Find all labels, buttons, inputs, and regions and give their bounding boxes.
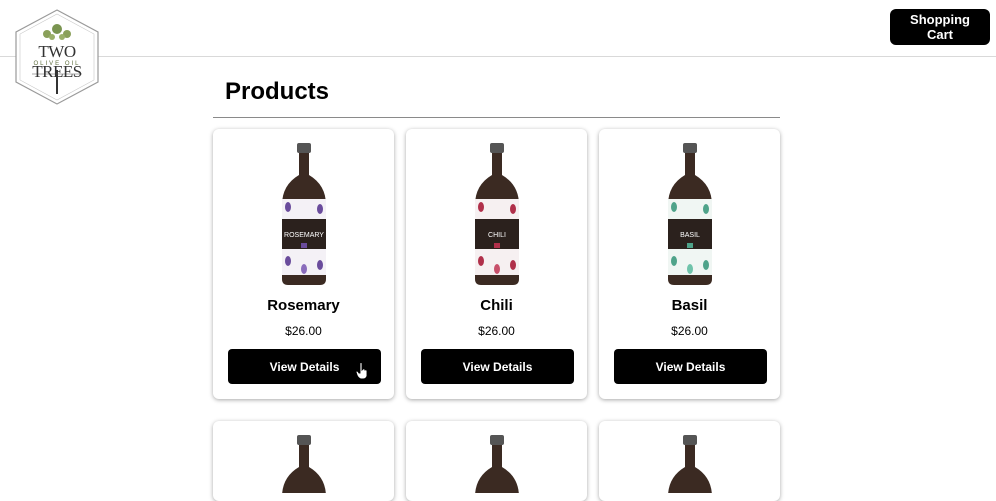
product-name: Basil [671, 297, 708, 314]
product-image: ROSEMARY [213, 141, 394, 287]
page-title: Products [225, 78, 330, 105]
product-image [406, 433, 587, 493]
view-details-button[interactable]: View Details [614, 349, 767, 384]
product-card-rosemary: ROSEMARY Rosemary $26.00 View Details [213, 129, 394, 399]
title-divider [213, 117, 780, 118]
site-header [0, 0, 996, 57]
product-card-chili: CHILI Chili $26.00 View Details [406, 129, 587, 399]
olive-oil-bottle-icon: ROSEMARY [281, 143, 326, 285]
olive-oil-bottle-icon: CHILI [474, 143, 519, 285]
olive-oil-bottle-icon [474, 435, 519, 493]
product-card [599, 421, 780, 501]
bottle-label-text: BASIL [680, 232, 700, 239]
shopping-cart-button[interactable]: Shopping Cart [890, 9, 990, 45]
product-price: $26.00 [671, 324, 708, 338]
product-price: $26.00 [478, 324, 515, 338]
product-image [213, 433, 394, 493]
product-price: $26.00 [285, 324, 322, 338]
olive-oil-bottle-icon [281, 435, 326, 493]
product-image [599, 433, 780, 493]
product-name: Rosemary [267, 297, 340, 314]
olive-oil-bottle-icon [667, 435, 712, 493]
bottle-label-text: ROSEMARY [284, 232, 324, 239]
olive-oil-bottle-icon: BASIL [667, 143, 712, 285]
two-trees-logo[interactable]: TWO TREES OLIVE OIL [12, 8, 102, 106]
view-details-button[interactable]: View Details [421, 349, 574, 384]
product-card [406, 421, 587, 501]
product-image: CHILI [406, 141, 587, 287]
hand-pointer-cursor-icon [355, 362, 368, 380]
product-card [213, 421, 394, 501]
product-card-basil: BASIL Basil $26.00 View Details [599, 129, 780, 399]
bottle-label-text: CHILI [488, 232, 506, 239]
logo-subtitle: OLIVE OIL [33, 61, 81, 67]
product-name: Chili [480, 297, 513, 314]
product-image: BASIL [599, 141, 780, 287]
